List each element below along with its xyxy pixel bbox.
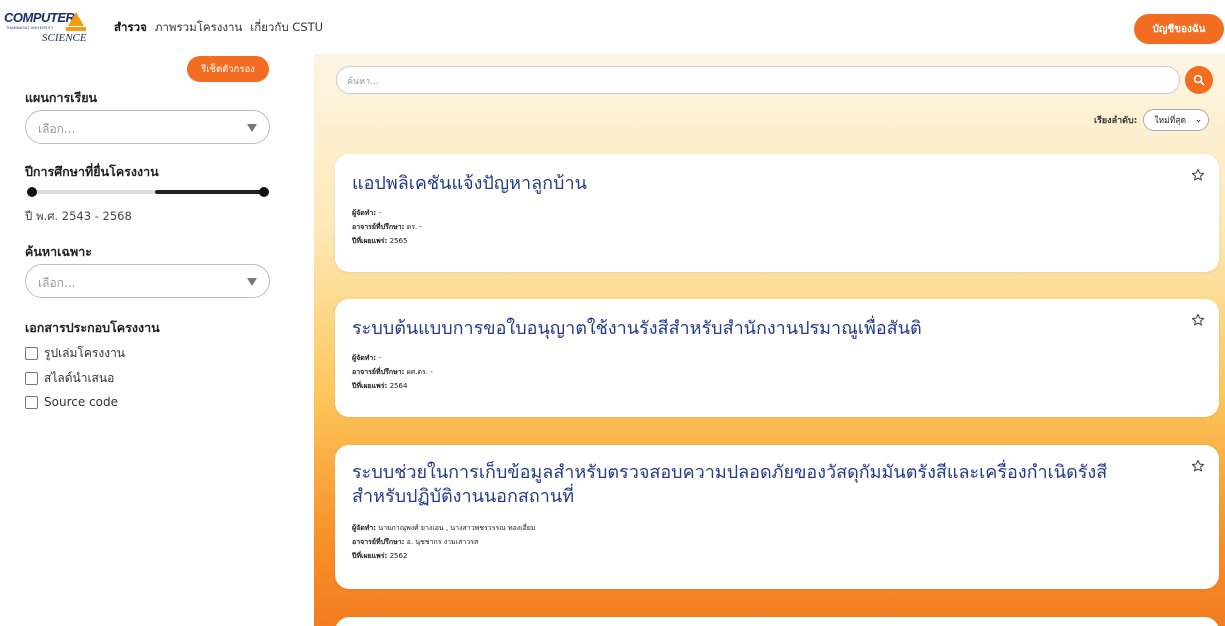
star-icon[interactable]: [1191, 168, 1205, 182]
checkbox-label: รูปเล่มโครงงาน: [44, 346, 126, 360]
reset-filters-button[interactable]: รีเซ็ตตัวกรอง: [187, 56, 269, 82]
search-icon: [1193, 74, 1205, 86]
study-plan-title: แผนการเรียน: [25, 90, 98, 105]
star-icon[interactable]: [1191, 313, 1205, 327]
chevron-down-icon: ⌄: [1194, 115, 1203, 125]
study-plan-select[interactable]: เลือก...: [25, 110, 270, 144]
year-filter-title: ปีการศึกษาที่ยื่นโครงงาน: [25, 164, 159, 179]
specific-search-placeholder: เลือก...: [38, 276, 76, 290]
year-label: ปีที่เผยแพร่:: [352, 237, 388, 245]
checkbox-box[interactable]: [25, 347, 38, 360]
documents-title: เอกสารประกอบโครงงาน: [25, 320, 160, 335]
nav-about[interactable]: เกี่ยวกับ CSTU: [250, 19, 323, 37]
year-value: 2565: [389, 237, 408, 245]
logo-text-university: THAMMASAT UNIVERSITY: [6, 26, 54, 30]
slider-max-handle[interactable]: [259, 187, 269, 197]
caret-down-icon: [247, 278, 257, 286]
project-card[interactable]: แอปพลิเคชันแจ้งปัญหาลูกบ้าน ผู้จัดทำ: - …: [335, 154, 1219, 272]
caret-down-icon: [247, 124, 257, 132]
search-input[interactable]: ค้นหา...: [336, 66, 1180, 94]
authors-value: นายภาณุพงศ์ ยางเอน , นางสาวพชรวรรณ ทองเอ…: [378, 524, 536, 532]
project-title[interactable]: ระบบช่วยในการเก็บข้อมูลสำหรับตรวจสอบความ…: [352, 461, 1152, 509]
year-range-text: ปี พ.ศ. 2543 - 2568: [25, 209, 132, 223]
advisor-label: อาจารย์ที่ปรึกษา:: [352, 538, 405, 546]
advisor-value: อ. นุชชากร งามเสาวรส: [406, 538, 479, 546]
authors-label: ผู้จัดทำ:: [352, 354, 377, 362]
project-meta: ผู้จัดทำ: - อาจารย์ที่ปรึกษา: ผศ.ดร. - ป…: [352, 351, 433, 393]
checkbox-box[interactable]: [25, 395, 38, 409]
project-meta: ผู้จัดทำ: นายภาณุพงศ์ ยางเอน , นางสาวพชร…: [352, 521, 536, 563]
checkbox-project-book[interactable]: รูปเล่มโครงงาน: [25, 344, 125, 363]
results-area: ค้นหา... เรียงลำดับ: ใหม่ที่สุด ⌄ แอปพลิ…: [314, 54, 1225, 626]
authors-value: -: [378, 209, 381, 217]
advisor-label: อาจารย์ที่ปรึกษา:: [352, 223, 405, 231]
project-card[interactable]: ระบบช่วยในการเก็บข้อมูลสำหรับตรวจสอบความ…: [335, 445, 1219, 589]
slider-track: [32, 190, 167, 194]
project-meta: ผู้จัดทำ: - อาจารย์ที่ปรึกษา: ดร. - ปีที…: [352, 206, 422, 248]
filter-sidebar: รีเซ็ตตัวกรอง แผนการเรียน เลือก... ปีการ…: [0, 54, 300, 626]
specific-search-select[interactable]: เลือก...: [25, 264, 270, 298]
advisor-label: อาจารย์ที่ปรึกษา:: [352, 368, 405, 376]
year-label: ปีที่เผยแพร่:: [352, 382, 388, 390]
slider-range-fill: [155, 190, 265, 194]
project-card[interactable]: ระบบต้นแบบการขอใบอนุญาตใช้งานรังสีสำหรับ…: [335, 299, 1219, 417]
search-placeholder: ค้นหา...: [347, 77, 379, 87]
year-range-slider[interactable]: [25, 186, 270, 198]
top-header: COMPUTER THAMMASAT UNIVERSITY SCIENCE สำ…: [0, 0, 1225, 54]
checkbox-slides[interactable]: สไลด์นำเสนอ: [25, 369, 114, 388]
cs-logo[interactable]: COMPUTER THAMMASAT UNIVERSITY SCIENCE: [4, 10, 87, 46]
my-account-button[interactable]: บัญชีของฉัน: [1134, 14, 1224, 44]
main-nav: สำรวจ ภาพรวมโครงงาน เกี่ยวกับ CSTU: [114, 19, 323, 37]
logo-text-computer: COMPUTER: [4, 10, 75, 25]
nav-overview[interactable]: ภาพรวมโครงงาน: [155, 19, 242, 37]
advisor-value: ผศ.ดร. -: [406, 368, 433, 376]
year-label: ปีที่เผยแพร่:: [352, 552, 388, 560]
logo-text-science: SCIENCE: [42, 32, 87, 44]
advisor-value: ดร. -: [406, 223, 422, 231]
study-plan-placeholder: เลือก...: [38, 122, 76, 136]
authors-value: -: [378, 354, 381, 362]
checkbox-label: Source code: [44, 395, 118, 409]
star-icon[interactable]: [1191, 459, 1205, 473]
sort-label: เรียงลำดับ:: [1094, 116, 1138, 126]
project-title[interactable]: แอปพลิเคชันแจ้งปัญหาลูกบ้าน: [352, 172, 1152, 196]
checkbox-box[interactable]: [25, 372, 38, 385]
checkbox-label: สไลด์นำเสนอ: [44, 371, 115, 385]
authors-label: ผู้จัดทำ:: [352, 209, 377, 217]
specific-search-title: ค้นหาเฉพาะ: [25, 244, 92, 259]
authors-label: ผู้จัดทำ:: [352, 524, 377, 532]
sort-control: เรียงลำดับ: ใหม่ที่สุด ⌄: [1094, 109, 1210, 131]
project-title[interactable]: ระบบต้นแบบการขอใบอนุญาตใช้งานรังสีสำหรับ…: [352, 317, 1152, 341]
slider-min-handle[interactable]: [27, 187, 37, 197]
checkbox-source-code[interactable]: Source code: [25, 395, 118, 409]
year-value: 2562: [389, 552, 408, 560]
search-button[interactable]: [1185, 66, 1213, 94]
logo-triangle-icon: [68, 12, 84, 26]
nav-explore[interactable]: สำรวจ: [114, 19, 147, 37]
sort-value: ใหม่ที่สุด: [1154, 116, 1186, 126]
project-card[interactable]: [335, 617, 1219, 626]
sort-select[interactable]: ใหม่ที่สุด ⌄: [1143, 109, 1210, 131]
logo-bar-icon: [66, 27, 86, 31]
year-value: 2564: [389, 382, 408, 390]
